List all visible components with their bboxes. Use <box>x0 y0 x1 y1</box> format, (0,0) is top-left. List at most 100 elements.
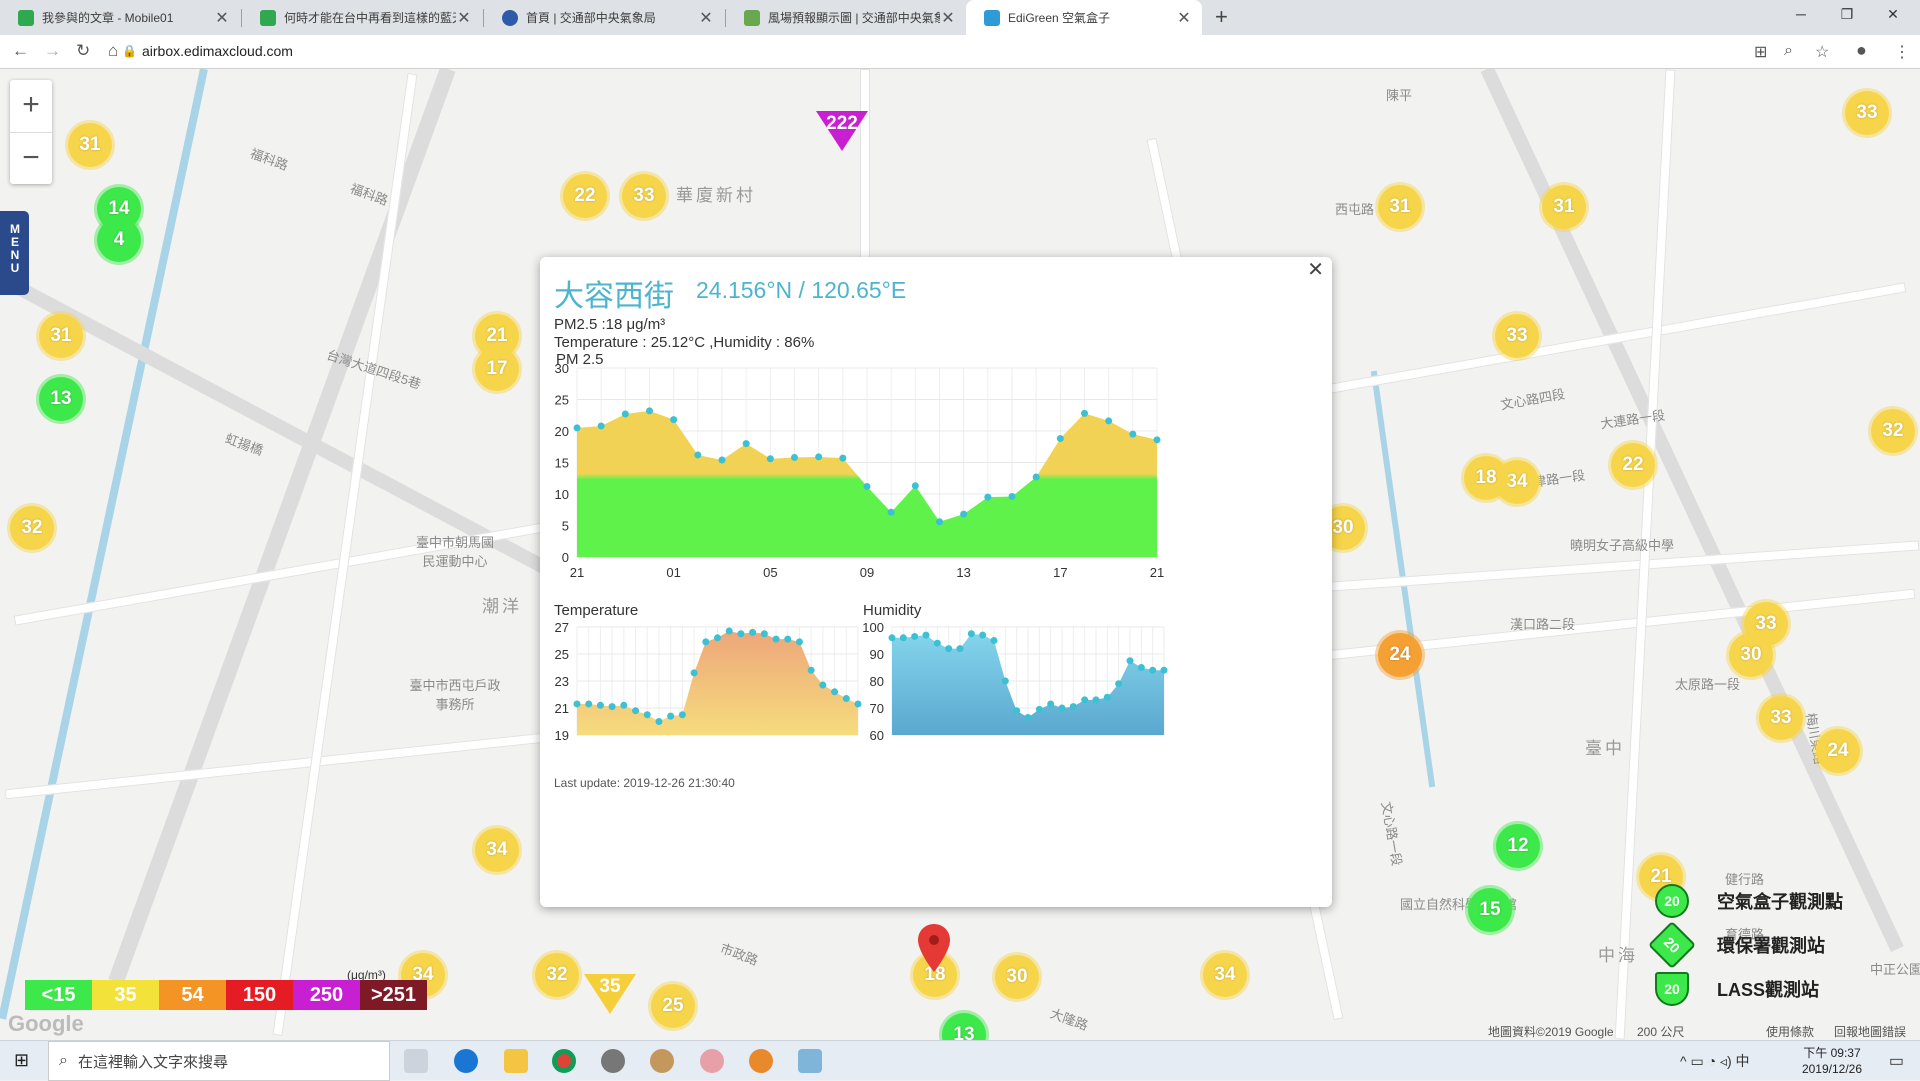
station-legend-epa[interactable]: 20 環保署觀測站 <box>1647 920 1825 970</box>
airbox-marker[interactable]: 31 <box>39 314 83 358</box>
airbox-marker-green[interactable]: 4 <box>97 218 141 262</box>
tab-wind[interactable]: 風場預報顯示圖 | 交通部中央氣象 ✕ <box>726 0 966 35</box>
profile-icon[interactable]: ● <box>1856 40 1867 61</box>
close-icon[interactable]: ✕ <box>698 8 714 28</box>
airbox-marker-green[interactable]: 13 <box>942 1013 986 1040</box>
lock-icon[interactable]: 🔒 <box>122 44 137 58</box>
data-point <box>597 422 605 430</box>
taskbar-clock[interactable]: 下午 09:37 2019/12/26 <box>1802 1045 1862 1077</box>
more-menu-icon[interactable]: ⋮ <box>1894 42 1910 62</box>
airbox-marker[interactable]: 17 <box>475 347 519 391</box>
close-icon[interactable]: ✕ <box>456 8 472 28</box>
windows-start-icon[interactable]: ⊞ <box>14 1050 29 1071</box>
place-label: 臺中 <box>1585 739 1625 758</box>
airbox-marker[interactable]: 31 <box>68 123 112 167</box>
airbox-marker-green[interactable]: 13 <box>39 377 83 421</box>
close-icon[interactable]: ✕ <box>214 8 230 28</box>
airbox-marker[interactable]: 22 <box>1611 443 1655 487</box>
tab-cwb[interactable]: 首頁 | 交通部中央氣象局 ✕ <box>484 0 724 35</box>
last-update: Last update: 2019-12-26 21:30:40 <box>554 776 735 790</box>
app-icon[interactable] <box>650 1049 674 1073</box>
edigreen-icon <box>984 9 1000 26</box>
notification-icon[interactable]: ▭ <box>1889 1051 1904 1071</box>
place-label: 臺中市朝馬國民運動中心 <box>415 535 494 569</box>
restore-button[interactable]: ❐ <box>1824 0 1870 32</box>
translate-icon[interactable]: ⊞ <box>1754 42 1767 62</box>
bookmark-star-icon[interactable]: ☆ <box>1815 42 1829 62</box>
airbox-marker[interactable]: 32 <box>535 953 579 997</box>
tab-mobile01[interactable]: 我參與的文章 - Mobile01 ✕ <box>0 0 240 35</box>
station-legend-airbox[interactable]: 20 空氣盒子觀測點 <box>1655 884 1843 918</box>
lass-station-icon: 20 <box>1655 972 1689 1006</box>
tab-bar: 我參與的文章 - Mobile01 ✕ 何時才能在台中再看到這樣的藍天 ✕ 首頁… <box>0 0 1920 35</box>
zoom-out-button[interactable]: − <box>10 132 52 184</box>
window-close-button[interactable]: ✕ <box>1870 0 1916 32</box>
airbox-marker[interactable]: 22 <box>563 174 607 218</box>
app-icon[interactable] <box>749 1049 773 1073</box>
airbox-marker[interactable]: 24 <box>1816 729 1860 773</box>
menu-button[interactable]: MENU <box>0 211 29 295</box>
close-icon[interactable]: ✕ <box>1176 8 1192 28</box>
minimize-button[interactable]: ─ <box>1778 0 1824 32</box>
data-point <box>1032 473 1040 481</box>
map-view[interactable]: 陳平 華廈新村 福科路 福科路 西屯路 潮洋 臺中市朝馬國民運動中心 臺中市西屯… <box>0 69 1920 1040</box>
map-pin-icon[interactable] <box>918 924 950 972</box>
map-data-attribution[interactable]: 地圖資料©2019 Google <box>1488 1023 1614 1040</box>
lass-marker[interactable]: 35 <box>584 974 636 1014</box>
home-icon[interactable]: ⌂ <box>108 41 118 61</box>
place-label: 市政路 <box>718 940 761 969</box>
tab-edigreen[interactable]: EdiGreen 空氣盒子 ✕ <box>966 0 1202 35</box>
data-point <box>718 456 726 464</box>
place-label: 西屯路 <box>1335 202 1375 217</box>
airbox-marker[interactable]: 30 <box>995 955 1039 999</box>
airbox-marker[interactable]: 31 <box>1542 185 1586 229</box>
lass-marker[interactable]: 222 <box>816 111 868 151</box>
tab-mobile01-2[interactable]: 何時才能在台中再看到這樣的藍天 ✕ <box>242 0 482 35</box>
forward-icon[interactable]: → <box>44 41 61 61</box>
airbox-marker-orange[interactable]: 24 <box>1378 633 1422 677</box>
new-tab-button[interactable]: + <box>1215 4 1228 30</box>
zoom-in-button[interactable]: + <box>10 80 52 132</box>
app-icon[interactable] <box>798 1049 822 1073</box>
data-point <box>936 518 943 526</box>
url-field[interactable]: airbox.edimaxcloud.com <box>142 43 293 59</box>
data-point <box>967 630 975 638</box>
file-explorer-icon[interactable] <box>504 1049 528 1073</box>
airbox-marker[interactable]: 32 <box>10 506 54 550</box>
close-icon[interactable]: ✕ <box>940 8 956 28</box>
task-view-icon[interactable] <box>404 1049 428 1073</box>
airbox-marker[interactable]: 33 <box>1845 91 1889 135</box>
airbox-marker[interactable]: 34 <box>475 828 519 872</box>
data-point <box>1103 693 1111 701</box>
airbox-marker[interactable]: 25 <box>651 984 695 1028</box>
data-point <box>888 634 896 642</box>
search-placeholder: 在這裡輸入文字來搜尋 <box>77 1053 228 1071</box>
airbox-marker[interactable]: 33 <box>1495 314 1539 358</box>
edge-icon[interactable] <box>454 1049 478 1073</box>
airbox-marker[interactable]: 33 <box>622 174 666 218</box>
airbox-marker-green[interactable]: 12 <box>1496 824 1540 868</box>
airbox-marker[interactable]: 30 <box>1729 633 1773 677</box>
reload-icon[interactable]: ↻ <box>76 41 90 61</box>
station-legend-lass[interactable]: 20 LASS觀測站 <box>1655 972 1819 1006</box>
airbox-marker-green[interactable]: 15 <box>1468 888 1512 932</box>
taskbar-search-input[interactable]: ⌕ 在這裡輸入文字來搜尋 <box>48 1041 390 1081</box>
airbox-marker[interactable]: 34 <box>1203 953 1247 997</box>
airbox-marker[interactable]: 33 <box>1759 696 1803 740</box>
data-point <box>760 630 768 638</box>
app-icon[interactable] <box>700 1049 724 1073</box>
system-tray-icons[interactable]: ^ ▭ ◔ ◃) 中 <box>1680 1051 1750 1071</box>
chrome-icon[interactable] <box>552 1049 576 1073</box>
airbox-marker[interactable]: 32 <box>1871 409 1915 453</box>
data-point <box>1160 666 1168 674</box>
zoom-icon[interactable]: ⌕ <box>1784 42 1793 60</box>
terms-link[interactable]: 使用條款 <box>1766 1023 1814 1040</box>
pm-legend: <15 35 54 150 250 >251 <box>25 980 427 1010</box>
airbox-marker[interactable]: 31 <box>1378 185 1422 229</box>
airbox-marker[interactable]: 18 <box>1464 456 1508 500</box>
report-error-link[interactable]: 回報地圖錯誤 <box>1834 1023 1906 1040</box>
back-icon[interactable]: ← <box>12 41 29 61</box>
app-icon[interactable] <box>601 1049 625 1073</box>
close-icon[interactable]: ✕ <box>1307 257 1324 282</box>
pm-reading: PM2.5 :18 μg/m³ <box>554 316 666 333</box>
